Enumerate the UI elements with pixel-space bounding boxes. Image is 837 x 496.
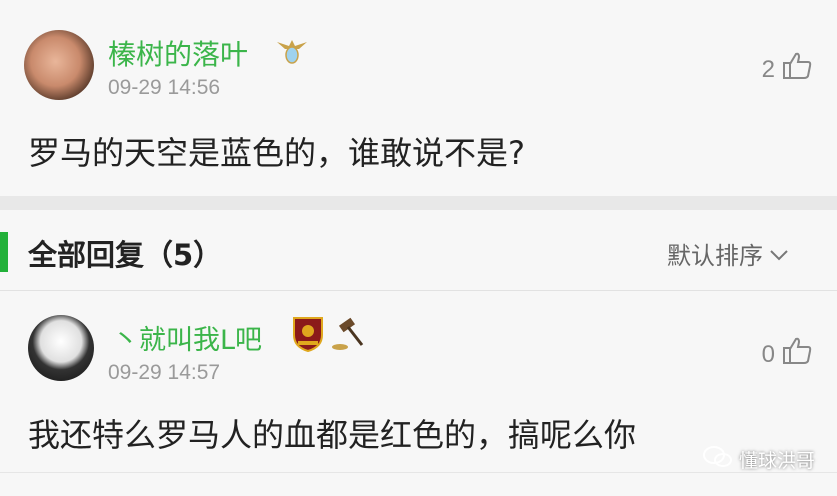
- roma-badge-icon: [291, 315, 325, 357]
- main-post: 榛树的落叶 09-29 14:56 罗马的天空是蓝色的，谁敢说不是? 2: [0, 0, 837, 196]
- chevron-down-icon: [769, 240, 789, 268]
- post-content: 罗马的天空是蓝色的，谁敢说不是?: [28, 134, 525, 172]
- replies-title: 全部回复（5）: [28, 238, 223, 272]
- gavel-icon: [330, 313, 368, 357]
- avatar[interactable]: [24, 30, 94, 100]
- thumbs-up-icon: [781, 335, 813, 374]
- reply-like-button[interactable]: 0: [762, 335, 813, 374]
- avatar[interactable]: [28, 315, 94, 381]
- sort-dropdown[interactable]: 默认排序: [667, 236, 789, 271]
- section-accent-bar: [0, 232, 8, 272]
- divider: [0, 290, 837, 291]
- lazio-badge-icon: [275, 36, 309, 68]
- sort-label: 默认排序: [667, 242, 763, 270]
- reply-timestamp: 09-29 14:57: [108, 361, 221, 384]
- post-username[interactable]: 榛树的落叶: [108, 33, 248, 73]
- wechat-icon: [702, 445, 733, 474]
- section-divider: [0, 196, 837, 210]
- watermark: 懂球洪哥: [702, 445, 815, 474]
- thumbs-up-icon: [781, 50, 813, 89]
- reply-like-count: 0: [761, 340, 775, 368]
- replies-header: 全部回复（5） 默认排序: [0, 210, 837, 290]
- reply-content: 我还特么罗马人的血都是红色的，搞呢么你: [28, 416, 637, 454]
- watermark-text: 懂球洪哥: [738, 450, 815, 472]
- post-like-button[interactable]: 2: [762, 50, 813, 89]
- post-timestamp: 09-29 14:56: [108, 76, 221, 99]
- reply-username[interactable]: 丶就叫我L吧: [112, 318, 262, 357]
- post-like-count: 2: [761, 55, 775, 83]
